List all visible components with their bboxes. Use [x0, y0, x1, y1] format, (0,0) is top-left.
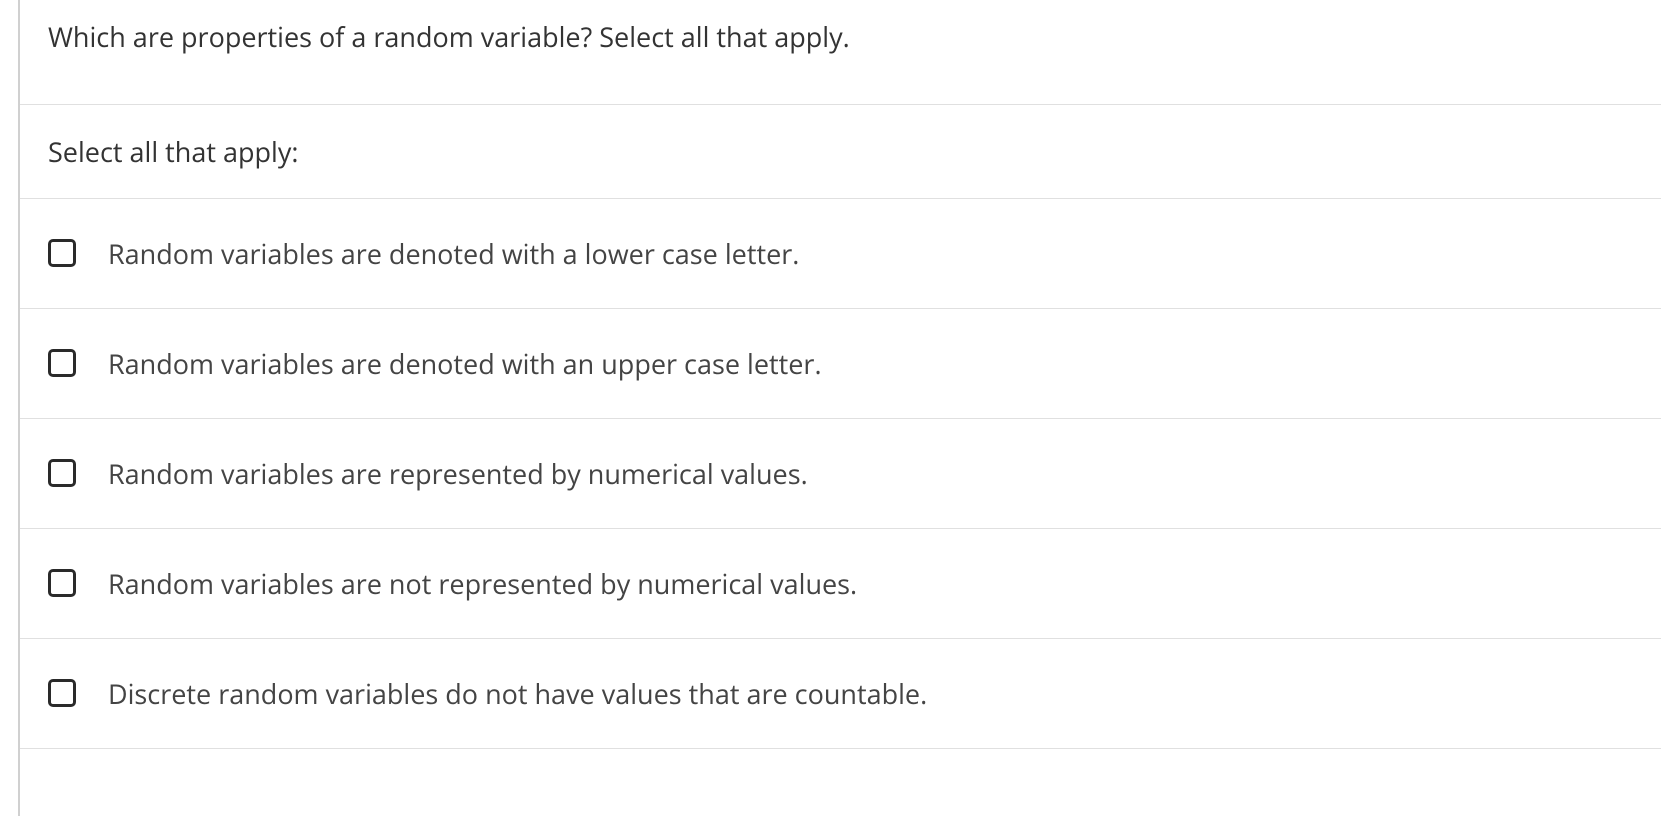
checkbox-0[interactable] — [48, 239, 76, 267]
option-text-4: Discrete random variables do not have va… — [108, 675, 927, 712]
question-header: Which are properties of a random variabl… — [20, 0, 1661, 105]
option-row-0[interactable]: Random variables are denoted with a lowe… — [20, 199, 1661, 309]
checkbox-2[interactable] — [48, 459, 76, 487]
option-text-2: Random variables are represented by nume… — [108, 455, 808, 492]
option-row-2[interactable]: Random variables are represented by nume… — [20, 419, 1661, 529]
option-text-0: Random variables are denoted with a lowe… — [108, 235, 799, 272]
checkbox-1[interactable] — [48, 349, 76, 377]
option-row-1[interactable]: Random variables are denoted with an upp… — [20, 309, 1661, 419]
quiz-container: Which are properties of a random variabl… — [18, 0, 1661, 816]
option-text-3: Random variables are not represented by … — [108, 565, 857, 602]
option-text-1: Random variables are denoted with an upp… — [108, 345, 822, 382]
option-row-3[interactable]: Random variables are not represented by … — [20, 529, 1661, 639]
question-text: Which are properties of a random variabl… — [48, 18, 1633, 56]
checkbox-3[interactable] — [48, 569, 76, 597]
checkbox-4[interactable] — [48, 679, 76, 707]
instruction-row: Select all that apply: — [20, 105, 1661, 199]
option-row-4[interactable]: Discrete random variables do not have va… — [20, 639, 1661, 749]
instruction-text: Select all that apply: — [48, 133, 1633, 170]
